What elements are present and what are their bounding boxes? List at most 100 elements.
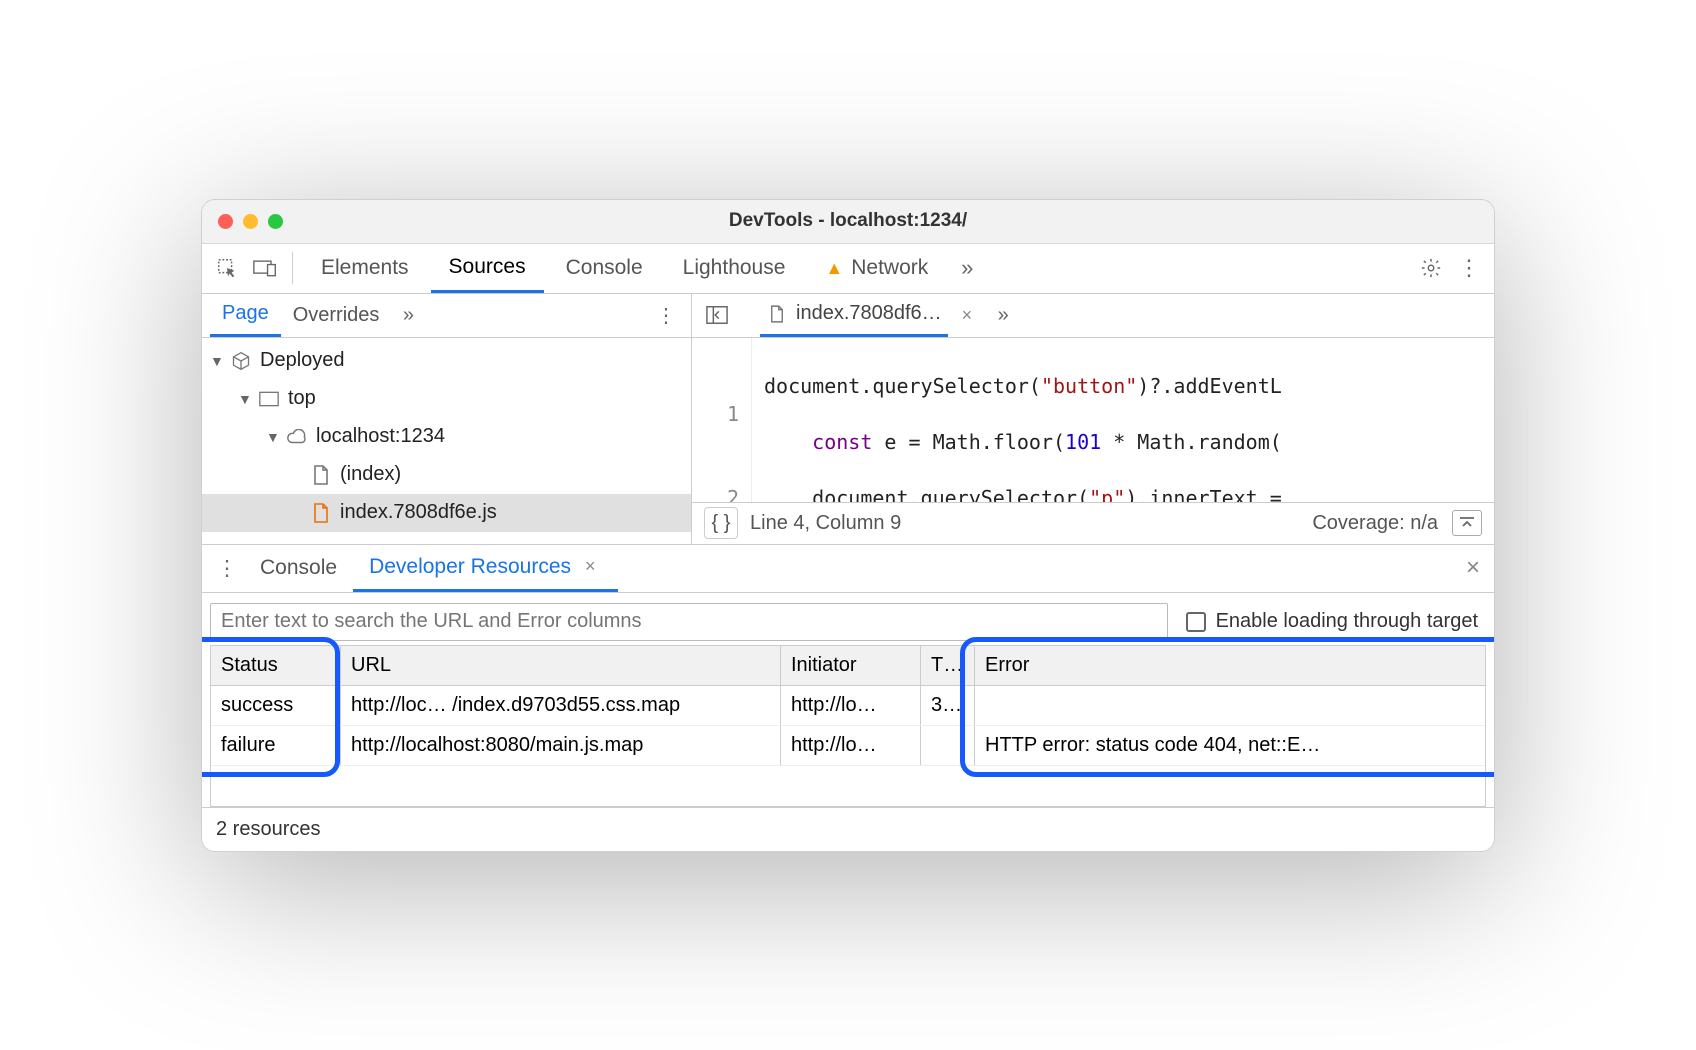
sub-tab-page[interactable]: Page bbox=[210, 294, 281, 338]
drawer-tab-console[interactable]: Console bbox=[244, 544, 353, 592]
frame-icon bbox=[258, 388, 280, 410]
close-tab-icon[interactable]: × bbox=[956, 305, 979, 326]
sources-panel: Page Overrides » ⋮ ▼ Deployed ▼ top bbox=[202, 294, 1494, 544]
code-content: document.querySelector("button")?.addEve… bbox=[752, 338, 1282, 502]
main-tab-bar: Elements Sources Console Lighthouse ▲ Ne… bbox=[202, 244, 1494, 294]
caret-down-icon: ▼ bbox=[238, 391, 250, 407]
navigator-pane: Page Overrides » ⋮ ▼ Deployed ▼ top bbox=[202, 294, 692, 544]
tree-node-label: index.7808df6e.js bbox=[340, 501, 497, 524]
resource-count: 2 resources bbox=[216, 818, 321, 840]
tab-lighthouse[interactable]: Lighthouse bbox=[665, 243, 804, 293]
tree-node-host[interactable]: ▼ localhost:1234 bbox=[202, 418, 691, 456]
kebab-menu-icon[interactable]: ⋮ bbox=[1452, 251, 1486, 285]
tab-network[interactable]: ▲ Network bbox=[807, 243, 946, 293]
titlebar: DevTools - localhost:1234/ bbox=[202, 200, 1494, 244]
close-drawer-tab-icon[interactable]: × bbox=[579, 556, 602, 577]
document-icon bbox=[310, 464, 332, 486]
editor-tab-bar: index.7808df6… × » bbox=[692, 294, 1494, 338]
cell-time: 356 bbox=[921, 686, 975, 725]
tree-node-index[interactable]: (index) bbox=[202, 456, 691, 494]
search-row: Enable loading through target bbox=[210, 603, 1486, 641]
more-tabs-chevron-icon[interactable]: » bbox=[950, 251, 984, 285]
tab-elements[interactable]: Elements bbox=[303, 243, 427, 293]
devtools-window: DevTools - localhost:1234/ Elements Sour… bbox=[201, 199, 1495, 852]
navigator-kebab-icon[interactable]: ⋮ bbox=[649, 298, 683, 332]
settings-gear-icon[interactable] bbox=[1414, 251, 1448, 285]
editor-pane: index.7808df6… × » 1 2 3 4 5 document.qu… bbox=[692, 294, 1494, 544]
caret-down-icon: ▼ bbox=[210, 353, 222, 369]
warning-icon: ▲ bbox=[825, 258, 843, 279]
more-editor-tabs-icon[interactable]: » bbox=[986, 298, 1020, 332]
editor-status-bar: { } Line 4, Column 9 Coverage: n/a bbox=[692, 502, 1494, 544]
cell-status: failure bbox=[211, 726, 341, 765]
col-initiator[interactable]: Initiator bbox=[781, 646, 921, 685]
enable-loading-label: Enable loading through target bbox=[1216, 610, 1478, 633]
col-error[interactable]: Error bbox=[975, 646, 1485, 685]
cell-error bbox=[975, 686, 1485, 725]
more-sub-tabs-icon[interactable]: » bbox=[391, 298, 425, 332]
checkbox-icon[interactable] bbox=[1186, 612, 1206, 632]
tree-node-label: localhost:1234 bbox=[316, 425, 445, 448]
cell-status: success bbox=[211, 686, 341, 725]
document-icon bbox=[766, 303, 788, 325]
cell-initiator: http://lo… bbox=[781, 686, 921, 725]
editor-file-tab[interactable]: index.7808df6… bbox=[760, 294, 948, 338]
line-number: 2 bbox=[692, 484, 739, 502]
editor-file-tab-label: index.7808df6… bbox=[796, 302, 942, 325]
toggle-navigator-icon[interactable] bbox=[700, 298, 734, 332]
sub-tab-overrides-label: Overrides bbox=[293, 304, 380, 327]
collapse-icon[interactable] bbox=[1452, 510, 1482, 536]
search-input[interactable] bbox=[210, 603, 1168, 641]
window-title: DevTools - localhost:1234/ bbox=[202, 210, 1494, 232]
tab-network-label: Network bbox=[851, 256, 928, 280]
cube-icon bbox=[230, 350, 252, 372]
tab-console-label: Console bbox=[566, 256, 643, 280]
cell-error: HTTP error: status code 404, net::E… bbox=[975, 726, 1485, 765]
tab-console[interactable]: Console bbox=[548, 243, 661, 293]
pretty-print-icon[interactable]: { } bbox=[704, 507, 738, 539]
drawer-panel: ⋮ Console Developer Resources × × Enable… bbox=[202, 544, 1494, 851]
drawer-kebab-icon[interactable]: ⋮ bbox=[210, 551, 244, 585]
drawer-tab-devres-label: Developer Resources bbox=[369, 555, 571, 579]
navigator-tabs: Page Overrides » ⋮ bbox=[202, 294, 691, 338]
tree-node-deployed[interactable]: ▼ Deployed bbox=[202, 342, 691, 380]
drawer-tab-developer-resources[interactable]: Developer Resources × bbox=[353, 544, 617, 592]
table-row[interactable]: failure http://localhost:8080/main.js.ma… bbox=[211, 726, 1485, 766]
tab-sources[interactable]: Sources bbox=[431, 243, 544, 293]
inspect-element-icon[interactable] bbox=[210, 251, 244, 285]
developer-resources-content: Enable loading through target Status URL… bbox=[202, 593, 1494, 807]
sub-tab-page-label: Page bbox=[222, 302, 269, 325]
col-status[interactable]: Status bbox=[211, 646, 341, 685]
drawer-tab-bar: ⋮ Console Developer Resources × × bbox=[202, 545, 1494, 593]
tab-lighthouse-label: Lighthouse bbox=[683, 256, 786, 280]
tree-node-top[interactable]: ▼ top bbox=[202, 380, 691, 418]
device-toolbar-icon[interactable] bbox=[248, 251, 282, 285]
cloud-icon bbox=[286, 426, 308, 448]
table-row[interactable]: success http://loc… /index.d9703d55.css.… bbox=[211, 686, 1485, 726]
divider bbox=[292, 252, 293, 284]
table-header: Status URL Initiator T… Error bbox=[211, 646, 1485, 686]
tree-node-label: Deployed bbox=[260, 349, 345, 372]
line-gutter: 1 2 3 4 5 bbox=[692, 338, 752, 502]
col-time[interactable]: T… bbox=[921, 646, 975, 685]
resources-footer: 2 resources bbox=[202, 807, 1494, 851]
table-body: success http://loc… /index.d9703d55.css.… bbox=[211, 686, 1485, 806]
cell-initiator: http://lo… bbox=[781, 726, 921, 765]
tree-node-file-selected[interactable]: index.7808df6e.js bbox=[202, 494, 691, 532]
resources-table: Status URL Initiator T… Error success ht… bbox=[210, 645, 1486, 807]
tab-sources-label: Sources bbox=[449, 255, 526, 279]
code-editor[interactable]: 1 2 3 4 5 document.querySelector("button… bbox=[692, 338, 1494, 502]
cursor-position: Line 4, Column 9 bbox=[750, 512, 901, 535]
close-drawer-icon[interactable]: × bbox=[1460, 554, 1486, 582]
sub-tab-overrides[interactable]: Overrides bbox=[281, 294, 392, 338]
tree-node-label: top bbox=[288, 387, 316, 410]
cell-time bbox=[921, 726, 975, 765]
caret-down-icon: ▼ bbox=[266, 429, 278, 445]
tree-node-label: (index) bbox=[340, 463, 401, 486]
file-tree[interactable]: ▼ Deployed ▼ top ▼ localhost:1234 (index… bbox=[202, 338, 691, 544]
coverage-label: Coverage: n/a bbox=[1312, 512, 1438, 535]
enable-loading-toggle[interactable]: Enable loading through target bbox=[1186, 610, 1486, 633]
col-url[interactable]: URL bbox=[341, 646, 781, 685]
line-number: 1 bbox=[692, 400, 739, 428]
cell-url: http://loc… /index.d9703d55.css.map bbox=[341, 686, 781, 725]
